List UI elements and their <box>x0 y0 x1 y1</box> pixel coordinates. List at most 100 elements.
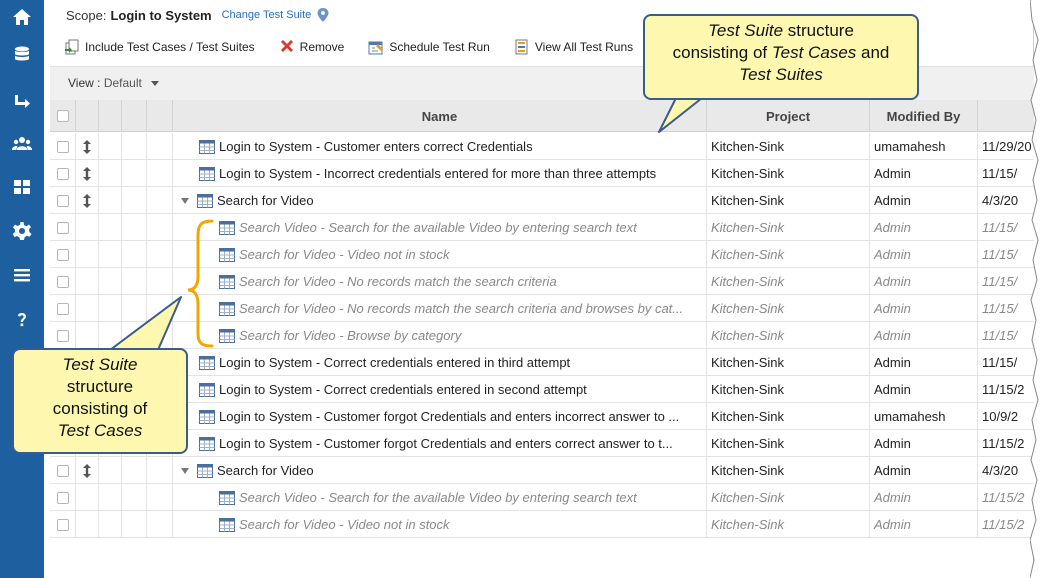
row-date: 11/15/ <box>982 247 1018 262</box>
header-date[interactable] <box>978 100 1034 132</box>
view-selector[interactable]: View : Default <box>68 76 160 90</box>
schedule-test-run-button[interactable]: Schedule Test Run <box>368 39 490 55</box>
row-name-cell[interactable]: Search Video - Search for the available … <box>173 214 707 241</box>
drag-handle[interactable] <box>76 322 99 349</box>
row-blank-2 <box>122 133 147 160</box>
row-checkbox[interactable] <box>56 518 69 531</box>
table-row[interactable]: Login to System - Incorrect credentials … <box>50 160 1034 187</box>
row-date: 4/3/20 <box>982 193 1019 208</box>
table-icon <box>219 490 235 505</box>
row-checkbox[interactable] <box>56 194 69 207</box>
row-blank-2 <box>122 457 147 484</box>
drag-handle[interactable] <box>76 160 99 187</box>
row-name-cell[interactable]: Search for Video - No records match the … <box>173 268 707 295</box>
row-name-cell[interactable]: Login to System - Correct credentials en… <box>173 349 707 376</box>
row-project: Kitchen-Sink <box>707 214 870 241</box>
row-checkbox[interactable] <box>56 329 69 342</box>
row-name-cell[interactable]: Search for Video <box>173 457 707 484</box>
table-row[interactable]: Login to System - Correct credentials en… <box>50 349 1034 376</box>
row-name-cell[interactable]: Search for Video - No records match the … <box>173 295 707 322</box>
drag-handle[interactable] <box>76 268 99 295</box>
drag-handle[interactable] <box>76 484 99 511</box>
row-name-cell[interactable]: Login to System - Customer forgot Creden… <box>173 403 707 430</box>
drag-handle[interactable] <box>76 457 99 484</box>
row-checkbox-cell[interactable] <box>50 187 76 214</box>
row-checkbox-cell[interactable] <box>50 268 76 295</box>
grid-header: Name Project Modified By <box>50 100 1034 132</box>
table-row[interactable]: Search Video - Search for the available … <box>50 214 1034 241</box>
table-row[interactable]: Search for Video Kitchen-Sink Admin 4/3/20 <box>50 457 1034 484</box>
nav-dashboard[interactable] <box>0 170 44 204</box>
row-checkbox-cell[interactable] <box>50 214 76 241</box>
view-all-test-runs-button[interactable]: View All Test Runs <box>514 39 633 55</box>
row-project: Kitchen-Sink <box>707 511 870 538</box>
row-project: Kitchen-Sink <box>707 133 870 160</box>
row-checkbox[interactable] <box>56 491 69 504</box>
table-row[interactable]: Login to System - Customer enters correc… <box>50 133 1034 160</box>
callout-top-line2-post: and <box>856 43 890 62</box>
row-checkbox-cell[interactable] <box>50 133 76 160</box>
row-name-cell[interactable]: Login to System - Correct credentials en… <box>173 376 707 403</box>
table-row[interactable]: Search Video - Search for the available … <box>50 484 1034 511</box>
row-name-cell[interactable]: Login to System - Customer enters correc… <box>173 133 707 160</box>
drag-handle[interactable] <box>76 511 99 538</box>
row-name-cell[interactable]: Search for Video - Video not in stock <box>173 241 707 268</box>
header-select-all[interactable] <box>50 100 76 132</box>
row-name-cell[interactable]: Login to System - Customer forgot Creden… <box>173 430 707 457</box>
row-name-cell[interactable]: Search for Video - Browse by category <box>173 322 707 349</box>
row-checkbox-cell[interactable] <box>50 295 76 322</box>
table-row[interactable]: Search for Video - No records match the … <box>50 268 1034 295</box>
change-test-suite-link[interactable]: Change Test Suite <box>222 9 312 21</box>
include-icon <box>65 39 79 55</box>
drag-icon <box>83 139 91 154</box>
remove-button[interactable]: Remove <box>279 39 344 55</box>
row-name-cell[interactable]: Login to System - Incorrect credentials … <box>173 160 707 187</box>
row-checkbox-cell[interactable] <box>50 484 76 511</box>
nav-users[interactable] <box>0 127 44 161</box>
row-checkbox[interactable] <box>56 302 69 315</box>
drag-handle[interactable] <box>76 295 99 322</box>
nav-links[interactable] <box>0 84 44 118</box>
drag-handle[interactable] <box>76 133 99 160</box>
table-row[interactable]: Search for Video - Browse by category Kit… <box>50 322 1034 349</box>
row-name-cell[interactable]: Search Video - Search for the available … <box>173 484 707 511</box>
drag-handle[interactable] <box>76 187 99 214</box>
row-checkbox-cell[interactable] <box>50 511 76 538</box>
table-row[interactable]: Login to System - Customer forgot Creden… <box>50 430 1034 457</box>
row-name: Search for Video <box>217 463 314 478</box>
header-project[interactable]: Project <box>707 100 870 132</box>
row-checkbox[interactable] <box>56 275 69 288</box>
map-pin-icon[interactable] <box>317 8 329 22</box>
table-icon <box>219 247 235 262</box>
row-checkbox[interactable] <box>56 248 69 261</box>
row-checkbox-cell[interactable] <box>50 241 76 268</box>
row-checkbox-cell[interactable] <box>50 322 76 349</box>
drag-handle[interactable] <box>76 214 99 241</box>
row-checkbox[interactable] <box>56 221 69 234</box>
nav-database[interactable] <box>0 38 44 72</box>
nav-help[interactable] <box>0 302 44 336</box>
row-name-cell[interactable]: Search for Video - Video not in stock <box>173 511 707 538</box>
expand-icon[interactable] <box>181 197 189 204</box>
table-row[interactable]: Search for Video - No records match the … <box>50 295 1034 322</box>
table-row[interactable]: Login to System - Customer forgot Creden… <box>50 403 1034 430</box>
row-checkbox[interactable] <box>56 167 69 180</box>
row-name-cell[interactable]: Search for Video <box>173 187 707 214</box>
header-name[interactable]: Name <box>173 100 707 132</box>
table-row[interactable]: Login to System - Correct credentials en… <box>50 376 1034 403</box>
include-button[interactable]: Include Test Cases / Test Suites <box>64 39 255 55</box>
nav-settings[interactable] <box>0 214 44 248</box>
table-row[interactable]: Search for Video - Video not in stock Kit… <box>50 241 1034 268</box>
drag-handle[interactable] <box>76 241 99 268</box>
nav-home[interactable] <box>0 0 44 34</box>
expand-icon[interactable] <box>181 467 189 474</box>
nav-menu[interactable] <box>0 258 44 292</box>
select-all-checkbox[interactable] <box>56 110 69 122</box>
row-checkbox[interactable] <box>56 464 69 477</box>
row-checkbox-cell[interactable] <box>50 160 76 187</box>
table-row[interactable]: Search for Video Kitchen-Sink Admin 4/3/20 <box>50 187 1034 214</box>
row-checkbox[interactable] <box>56 140 69 153</box>
row-checkbox-cell[interactable] <box>50 457 76 484</box>
header-modified-by[interactable]: Modified By <box>870 100 978 132</box>
table-row[interactable]: Search for Video - Video not in stock Kit… <box>50 511 1034 538</box>
